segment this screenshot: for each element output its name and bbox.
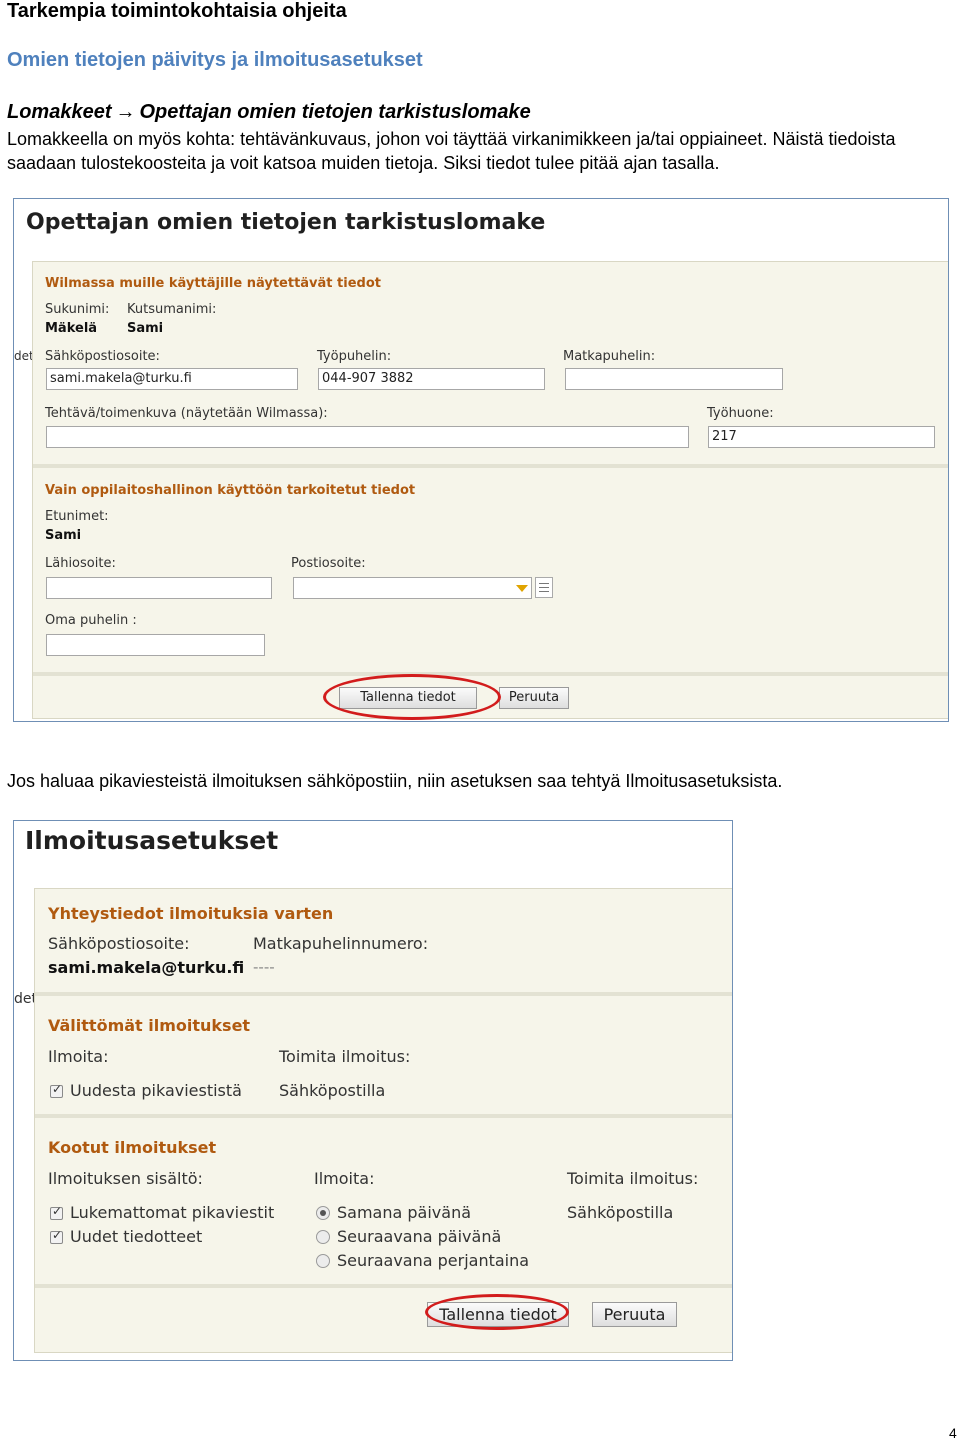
side-fragment: det <box>14 349 34 363</box>
page-heading: Tarkempia toimintokohtaisia ohjeita <box>7 0 347 22</box>
notification-settings-screenshot: Ilmoitusasetukset det Yhteystiedot ilmoi… <box>13 820 733 1361</box>
section-divider <box>35 992 732 996</box>
work-phone-field[interactable]: 044-907 3882 <box>318 368 545 390</box>
section-divider <box>35 1114 732 1118</box>
teacher-info-form-screenshot: Opettajan omien tietojen tarkistuslomake… <box>13 198 949 722</box>
digest-notify-label: Ilmoita: <box>314 1169 375 1188</box>
nickname-label: Kutsumanimi: <box>127 302 217 317</box>
mobile-label: Matkapuhelin: <box>563 349 656 364</box>
digest-deliver-label: Toimita ilmoitus: <box>567 1169 699 1188</box>
list-icon-line <box>539 587 549 588</box>
settings-title: Ilmoitusasetukset <box>25 826 279 855</box>
same-day-option: Samana päivänä <box>337 1203 472 1222</box>
email-label: Sähköpostiosoite: <box>48 934 190 953</box>
immediate-section-title: Välittömät ilmoitukset <box>48 1016 251 1035</box>
navigation-path: Lomakkeet → Opettajan omien tietojen tarki… <box>7 101 531 124</box>
email-field[interactable]: sami.makela@turku.fi <box>46 368 298 390</box>
next-friday-radio[interactable] <box>316 1254 330 1268</box>
digest-section-title: Kootut ilmoitukset <box>48 1138 217 1157</box>
new-bulletins-option: Uudet tiedotteet <box>70 1227 203 1246</box>
unread-messages-option: Lukemattomat pikaviestit <box>70 1203 275 1222</box>
list-icon-line <box>539 591 549 592</box>
deliver-label: Toimita ilmoitus: <box>279 1047 411 1066</box>
next-day-radio[interactable] <box>316 1230 330 1244</box>
path-from: Lomakkeet <box>7 101 112 123</box>
settings-panel: Yhteystiedot ilmoituksia varten Sähköpos… <box>34 888 732 1353</box>
save-highlight-ring <box>323 674 501 720</box>
role-field[interactable] <box>46 426 689 448</box>
mobile-field[interactable] <box>565 368 783 390</box>
save-highlight-ring <box>425 1294 569 1330</box>
section-divider <box>33 464 948 468</box>
notification-paragraph: Jos haluaa pikaviesteistä ilmoituksen sä… <box>7 771 783 791</box>
surname-value: Mäkelä <box>45 321 98 336</box>
street-label: Lähiosoite: <box>45 556 116 571</box>
form-panel: Wilmassa muille käyttäjille näytettävät … <box>32 261 948 720</box>
work-phone-label: Työpuhelin: <box>317 349 392 364</box>
private-section-title: Vain oppilaitoshallinon käyttöön tarkoit… <box>45 483 416 498</box>
unread-messages-checkbox[interactable] <box>50 1204 63 1220</box>
section-divider <box>33 672 948 676</box>
immediate-delivery: Sähköpostilla <box>279 1081 386 1100</box>
role-label: Tehtävä/toimenkuva (näytetään Wilmassa): <box>45 406 328 421</box>
same-day-radio[interactable] <box>316 1206 330 1220</box>
section-heading: Omien tietojen päivitys ja ilmoitusasetu… <box>7 49 423 71</box>
cancel-button[interactable]: Peruuta <box>499 687 569 709</box>
email-label: Sähköpostiosoite: <box>45 349 160 364</box>
contact-section-title: Yhteystiedot ilmoituksia varten <box>48 904 334 923</box>
street-field[interactable] <box>46 577 272 599</box>
new-message-checkbox[interactable] <box>50 1082 63 1098</box>
new-bulletins-checkbox[interactable] <box>50 1228 63 1244</box>
list-icon[interactable] <box>535 577 553 598</box>
room-field[interactable]: 217 <box>708 426 935 448</box>
cancel-button[interactable]: Peruuta <box>592 1302 677 1327</box>
own-phone-label: Oma puhelin : <box>45 613 137 628</box>
page-number: 4 <box>949 1425 957 1441</box>
dropdown-arrow-icon[interactable] <box>516 585 528 592</box>
new-message-option: Uudesta pikaviestistä <box>70 1081 242 1100</box>
form-title: Opettajan omien tietojen tarkistuslomake <box>26 210 546 235</box>
next-friday-option: Seuraavana perjantaina <box>337 1251 530 1270</box>
first-names-value: Sami <box>45 528 82 543</box>
email-value: sami.makela@turku.fi <box>48 958 245 977</box>
nickname-value: Sami <box>127 321 164 336</box>
arrow-right-icon: → <box>115 101 136 123</box>
list-icon-line <box>539 583 549 584</box>
postal-label: Postiosoite: <box>291 556 366 571</box>
path-to: Opettajan omien tietojen tarkistuslomake <box>139 101 531 123</box>
section-divider <box>35 1284 732 1288</box>
intro-paragraph: Lomakkeella on myös kohta: tehtävänkuvau… <box>7 129 896 173</box>
room-label: Työhuone: <box>707 406 774 421</box>
postal-select[interactable] <box>293 577 532 599</box>
surname-label: Sukunimi: <box>45 302 110 317</box>
public-section-title: Wilmassa muille käyttäjille näytettävät … <box>45 276 381 291</box>
notify-label: Ilmoita: <box>48 1047 109 1066</box>
mobile-label: Matkapuhelinnumero: <box>253 934 429 953</box>
own-phone-field[interactable] <box>46 634 265 656</box>
next-day-option: Seuraavana päivänä <box>337 1227 502 1246</box>
content-label: Ilmoituksen sisältö: <box>48 1169 203 1188</box>
mobile-value: ---- <box>253 958 275 976</box>
first-names-label: Etunimet: <box>45 509 109 524</box>
digest-delivery: Sähköpostilla <box>567 1203 674 1222</box>
